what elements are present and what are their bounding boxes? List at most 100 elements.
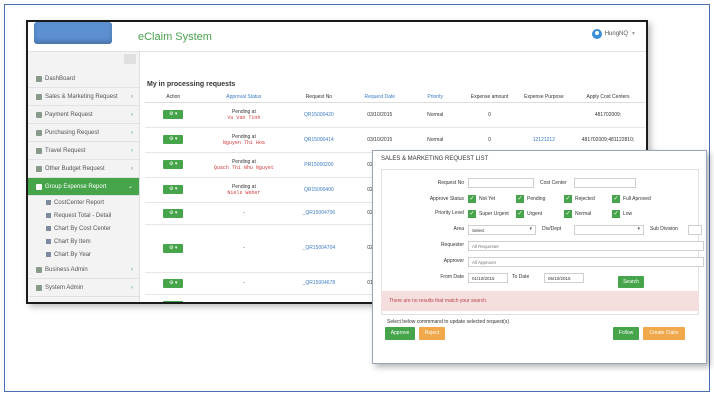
column-header[interactable]: Request Date	[351, 92, 409, 103]
action-button[interactable]: ⚙ ▾	[163, 243, 184, 253]
request-link[interactable]: _QR15004706	[286, 202, 352, 225]
table-row[interactable]: ⚙ ▾ Pending at Nguyen Thi Hoa QR15000414 …	[145, 127, 645, 153]
request-no-input[interactable]	[468, 178, 534, 188]
sidebar-item-payment[interactable]: Payment Request ‹	[28, 106, 139, 124]
sidebar-subitem-label: Request Total - Detail	[54, 212, 112, 219]
approver-input[interactable]: All Approver	[468, 257, 704, 267]
sidebar-item-group-expense[interactable]: Group Expense Report ⌄	[28, 178, 139, 196]
pending-checkbox[interactable]: ✓ Pending	[516, 195, 545, 203]
sidebar-item-other-budget[interactable]: Other Budget Request ‹	[28, 160, 139, 178]
sidebar-item-system-admin[interactable]: System Admin ‹	[28, 279, 139, 297]
expense-amount: 0	[462, 102, 517, 128]
checkbox-label: Rejected	[575, 196, 595, 202]
approve-status-label: Approve Status	[429, 196, 464, 202]
logo[interactable]	[34, 22, 112, 44]
full-approved-checkbox[interactable]: ✓ Full Aproved	[612, 195, 651, 203]
request-date: 03/10/2015	[351, 102, 409, 128]
search-button[interactable]: Search	[618, 276, 644, 288]
to-date-input[interactable]: 06/10/2015	[544, 273, 584, 283]
request-link[interactable]: _QR15004704	[286, 224, 352, 273]
request-link[interactable]: _QR15004678	[286, 272, 352, 295]
expense-amount: 0	[462, 127, 517, 153]
approver-label: Approver	[443, 258, 464, 264]
action-button[interactable]: ⚙ ▾	[163, 135, 184, 144]
check-icon: ✓	[612, 195, 620, 203]
from-date-label: From Date	[440, 274, 464, 280]
sidebar-subitem-chart-cost-center[interactable]: Chart By Cost Center	[28, 222, 139, 235]
create-claim-button[interactable]: Create Claim	[643, 327, 685, 340]
bar-chart-icon	[36, 183, 42, 190]
requester-input[interactable]: All Requester	[468, 241, 704, 251]
chevron-left-icon: ‹	[131, 284, 133, 291]
report-icon	[46, 200, 51, 205]
action-button[interactable]: ⚙ ▾	[163, 160, 184, 169]
from-date-input[interactable]: 01/10/2015	[468, 273, 508, 283]
sidebar-item-purchasing[interactable]: Purchasing Request ‹	[28, 124, 139, 142]
action-button[interactable]: ⚙ ▾	[163, 300, 184, 302]
status-text: -	[201, 272, 287, 295]
card-icon	[36, 111, 42, 118]
approve-button[interactable]: Approve	[385, 327, 415, 340]
sidebar-item-label: Business Admin	[45, 266, 88, 273]
div-dept-select[interactable]: ▾	[574, 225, 644, 235]
request-link[interactable]: QR15000414	[286, 127, 352, 153]
column-header[interactable]: Approval Status	[201, 92, 287, 103]
super-urgent-checkbox[interactable]: ✓ Super Urgent	[468, 210, 509, 218]
sidebar-item-business-admin[interactable]: Business Admin ‹	[28, 261, 139, 279]
sidebar-item-travel[interactable]: Travel Request ‹	[28, 142, 139, 160]
chevron-down-icon: ▾	[529, 226, 532, 232]
request-link[interactable]: QR15000420	[286, 102, 352, 128]
checkbox-label: Full Aproved	[623, 196, 651, 202]
sidebar-menu: DashBoard Sales & Marketing Request ‹ Pay…	[28, 70, 139, 297]
sidebar-subitem-costcenter-report[interactable]: CostCenter Report	[28, 196, 139, 209]
priority: Normal	[408, 127, 463, 153]
normal-checkbox[interactable]: ✓ Normal	[564, 210, 591, 218]
request-link[interactable]: PR15000200	[286, 152, 352, 178]
column-header: Expense Purpose	[516, 92, 572, 103]
gear-icon	[36, 284, 42, 291]
rejected-checkbox[interactable]: ✓ Rejected	[564, 195, 595, 203]
section-title: My in processing requests	[147, 81, 236, 88]
money-icon	[36, 165, 42, 172]
action-button[interactable]: ⚙ ▾	[163, 278, 184, 288]
sidebar-subitem-label: Chart By Year	[54, 251, 92, 258]
sidebar-toggle-button[interactable]	[124, 54, 136, 64]
sidebar-subitem-request-total[interactable]: Request Total - Detail	[28, 209, 139, 222]
sidebar-item-label: Purchasing Request	[45, 129, 100, 136]
column-header: Apply Cost Centers	[571, 92, 645, 103]
check-icon: ✓	[564, 210, 572, 218]
follow-button[interactable]: Follow	[613, 327, 639, 340]
approver-name: Quach Thi Nhu Nguyet	[213, 164, 274, 171]
cost-center-input[interactable]	[574, 178, 636, 188]
checkbox-label: Not Yet	[479, 196, 496, 202]
sidebar-item-dashboard[interactable]: DashBoard	[28, 70, 139, 88]
chevron-left-icon: ‹	[131, 111, 133, 118]
sidebar-subitem-chart-year[interactable]: Chart By Year	[28, 248, 139, 261]
column-header[interactable]: Priority	[408, 92, 463, 103]
not-yet-checkbox[interactable]: ✓ Not Yet	[468, 195, 495, 203]
action-button[interactable]: ⚙ ▾	[163, 208, 184, 218]
action-button[interactable]: ⚙ ▾	[163, 110, 184, 119]
request-link[interactable]: _PR15004513	[286, 294, 352, 302]
request-link[interactable]: QR15000400	[286, 177, 352, 203]
low-checkbox[interactable]: ✓ Low	[612, 210, 632, 218]
sub-division-label: Sub Division	[650, 226, 678, 232]
urgent-checkbox[interactable]: ✓ Urgent	[516, 210, 542, 218]
checkbox-label: Low	[623, 211, 633, 217]
area-select[interactable]: Select ▾	[468, 225, 536, 235]
sidebar-subitem-label: CostCenter Report	[54, 199, 105, 206]
chevron-left-icon: ‹	[131, 266, 133, 273]
table-row[interactable]: ⚙ ▾ Pending at Vu Van Tinh QR15000420 03/…	[145, 102, 645, 128]
action-button[interactable]: ⚙ ▾	[163, 185, 184, 194]
check-icon: ✓	[468, 195, 476, 203]
sub-division-select[interactable]	[688, 225, 702, 235]
sidebar-subitem-label: Chart By Cost Center	[54, 225, 112, 232]
reject-button[interactable]: Reject	[419, 327, 445, 340]
sidebar-subitem-chart-item[interactable]: Chart By Item	[28, 235, 139, 248]
user-menu[interactable]: HungNQ ▼	[591, 29, 636, 39]
sidebar-item-sales-marketing[interactable]: Sales & Marketing Request ‹	[28, 88, 139, 106]
area-label: Area	[453, 226, 464, 232]
sidebar-subitem-label: Chart By Item	[54, 238, 91, 245]
chart-icon	[46, 252, 51, 257]
table-header-row: Action Approval Status Request No Reques…	[145, 92, 645, 103]
